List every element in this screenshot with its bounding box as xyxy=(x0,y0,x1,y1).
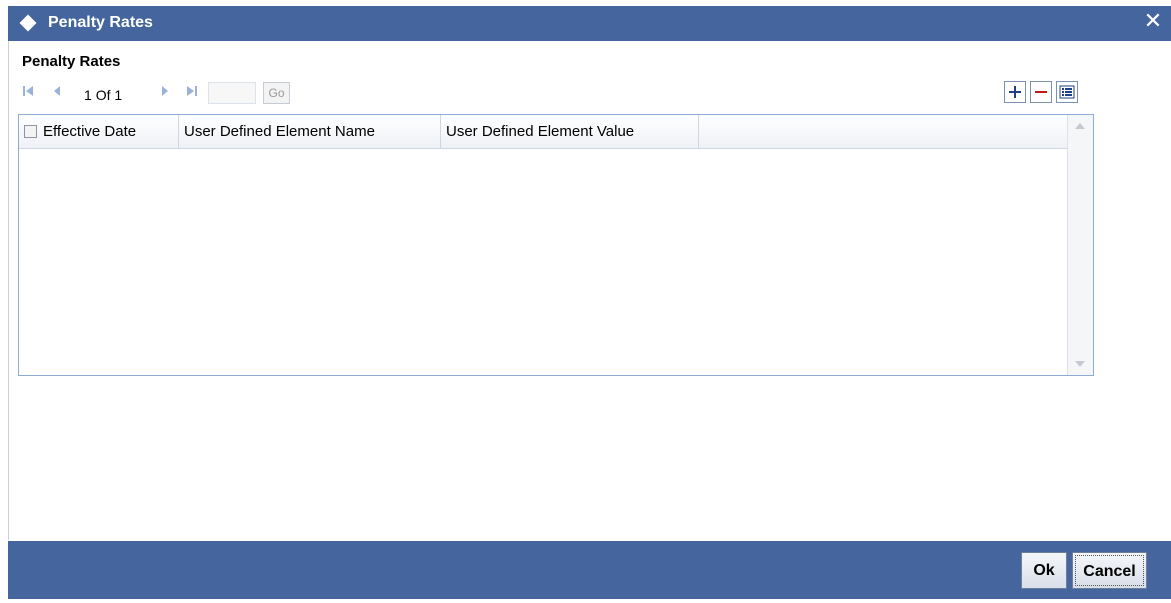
dialog-title: Penalty Rates xyxy=(48,14,153,31)
first-page-icon[interactable] xyxy=(22,85,34,100)
page-indicator: 1 Of 1 xyxy=(84,87,122,103)
page-number-input[interactable] xyxy=(208,82,256,104)
add-row-button[interactable] xyxy=(1004,81,1026,103)
scroll-down-arrow-icon[interactable] xyxy=(1075,361,1085,367)
minus-icon xyxy=(1035,91,1047,93)
list-view-icon xyxy=(1059,85,1075,99)
column-effective-date[interactable]: Effective Date xyxy=(19,115,179,148)
cancel-button-label: Cancel xyxy=(1075,555,1144,586)
view-rows-button[interactable] xyxy=(1056,81,1078,103)
grid-header: Effective Date User Defined Element Name… xyxy=(19,115,1067,149)
current-page: 1 xyxy=(84,87,92,103)
column-label: Effective Date xyxy=(43,123,137,140)
grid-toolbar: 1 Of 1 Go xyxy=(22,81,1102,105)
column-element-name[interactable]: User Defined Element Name xyxy=(179,115,441,148)
dialog-body: Penalty Rates 1 Of 1 Go Effective Date U… xyxy=(8,41,1171,540)
column-element-value[interactable]: User Defined Element Value xyxy=(441,115,699,148)
grid-scrollbar[interactable] xyxy=(1067,115,1093,375)
dialog-footer: Ok Cancel xyxy=(8,541,1171,599)
scroll-up-arrow-icon[interactable] xyxy=(1075,123,1085,129)
penalty-rates-grid: Effective Date User Defined Element Name… xyxy=(18,114,1094,376)
cancel-button[interactable]: Cancel xyxy=(1072,552,1147,589)
close-button[interactable]: ✕ xyxy=(1141,8,1165,34)
section-title: Penalty Rates xyxy=(22,53,121,70)
go-button[interactable]: Go xyxy=(263,82,290,104)
select-all-checkbox[interactable] xyxy=(24,125,37,138)
dialog-titlebar: Penalty Rates ✕ xyxy=(8,6,1171,41)
ok-button[interactable]: Ok xyxy=(1021,552,1067,589)
delete-row-button[interactable] xyxy=(1030,81,1052,103)
prev-page-icon[interactable] xyxy=(52,85,62,100)
of-label: Of xyxy=(95,87,111,103)
next-page-icon[interactable] xyxy=(160,85,170,100)
column-label: User Defined Element Name xyxy=(184,123,375,140)
plus-icon xyxy=(1009,86,1021,98)
column-label: User Defined Element Value xyxy=(446,123,635,140)
last-page-icon[interactable] xyxy=(186,85,198,100)
total-pages: 1 xyxy=(114,87,123,103)
diamond-icon xyxy=(19,14,37,32)
